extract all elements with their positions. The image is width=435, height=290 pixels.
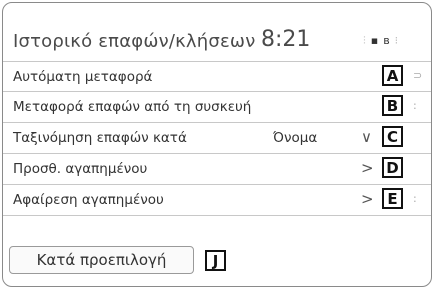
page-title: Ιστορικό επαφών/κλήσεων	[13, 31, 256, 52]
callout-a: A	[382, 65, 403, 86]
callout-j: J	[205, 250, 226, 271]
scroll-edge-icon: :	[413, 99, 417, 112]
default-button[interactable]: Κατά προεπιλογή	[9, 246, 194, 274]
footer: Κατά προεπιλογή J	[3, 246, 431, 286]
row-label: Μεταφορά επαφών από τη συσκευή	[13, 99, 252, 115]
scroll-edge-icon: :	[413, 192, 417, 205]
callout-b: B	[382, 95, 403, 116]
sort-value: Όνομα	[273, 130, 318, 146]
phone-icon: ▪	[370, 34, 379, 47]
bluetooth-icon: ʙ	[383, 34, 390, 47]
signal-icon: ⫶	[363, 34, 366, 47]
row-remove-favorite[interactable]: Αφαίρεση αγαπημένου > E :	[3, 185, 431, 216]
toggle-edge-icon: ⊃	[413, 69, 423, 82]
chevron-down-icon: ∨	[361, 128, 372, 146]
settings-list: Αυτόματη μεταφορά A ⊃ Μεταφορά επαφών απ…	[3, 61, 431, 216]
status-icons: ⫶ ▪ ʙ ⁝	[363, 34, 403, 48]
clock: 8:21	[261, 27, 311, 52]
row-label: Αυτόματη μεταφορά	[13, 69, 153, 85]
row-label: Αφαίρεση αγαπημένου	[13, 192, 164, 208]
screen-frame: Ιστορικό επαφών/κλήσεων 8:21 ⫶ ▪ ʙ ⁝ Αυτόμα…	[2, 2, 432, 287]
row-label: Προσθ. αγαπημένου	[13, 161, 148, 177]
callout-d: D	[382, 157, 403, 178]
callout-e: E	[382, 188, 403, 209]
callout-c: C	[382, 126, 403, 147]
chevron-right-icon: >	[361, 159, 374, 177]
row-label: Ταξινόμηση επαφών κατά	[13, 130, 187, 146]
header: Ιστορικό επαφών/κλήσεων 8:21 ⫶ ▪ ʙ ⁝	[3, 3, 431, 61]
more-status-icon: ⁝	[394, 34, 399, 47]
row-sort-contacts[interactable]: Ταξινόμηση επαφών κατά Όνομα ∨ C	[3, 123, 431, 154]
row-add-favorite[interactable]: Προσθ. αγαπημένου > D	[3, 154, 431, 185]
row-auto-transfer[interactable]: Αυτόματη μεταφορά A ⊃	[3, 61, 431, 92]
chevron-right-icon: >	[361, 190, 374, 208]
row-transfer-contacts[interactable]: Μεταφορά επαφών από τη συσκευή B :	[3, 92, 431, 123]
